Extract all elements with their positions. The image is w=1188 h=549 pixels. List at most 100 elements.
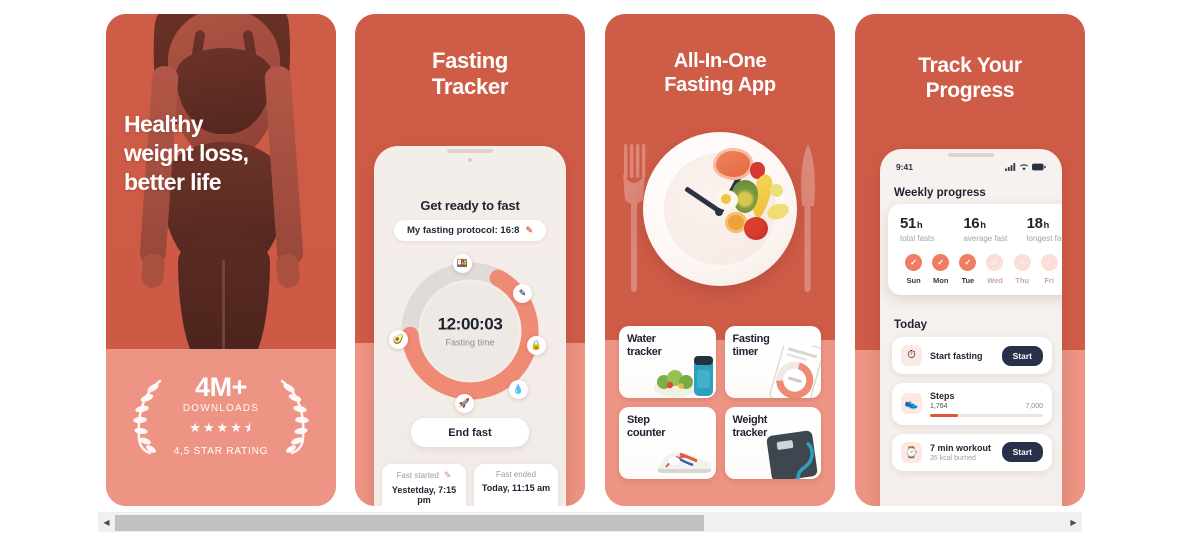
weekly-day-fri[interactable]: ✓ Fri	[1036, 254, 1062, 285]
pencil-icon[interactable]: ✎	[525, 225, 533, 236]
steps-current: 1,764	[930, 403, 948, 410]
shoe-icon: 👟	[901, 393, 922, 415]
fast-ended-value: Today, 11:15 am	[481, 483, 551, 493]
weekly-day-sun[interactable]: ✓ Sun	[900, 254, 927, 285]
stat-value: 18h	[1027, 215, 1062, 232]
panel-3-title-line-1: All-In-One	[673, 50, 767, 72]
weekly-progress-card[interactable]: 51h total fasts 16h average fast 18h lon…	[888, 204, 1062, 295]
feature-card-water-tracker[interactable]: Water tracker	[619, 326, 716, 398]
todo-steps[interactable]: 👟 Steps 1,764 7,000	[892, 383, 1052, 425]
today-task-list[interactable]: ⏱ Start fasting Start 👟 Steps 1,764 7,00…	[892, 337, 1052, 480]
weekly-day-tue[interactable]: ✓ Tue	[954, 254, 981, 285]
start-workout-button[interactable]: Start	[1001, 442, 1043, 462]
node-meal-icon[interactable]: 🍱	[453, 254, 472, 273]
weekly-days-row[interactable]: ✓Sun✓Mon✓Tue✓Wed✓Thu✓Fri✓Sat	[900, 254, 1062, 285]
stat-value: 16h	[963, 215, 1026, 232]
horizontal-scrollbar[interactable]: ◀ ▶	[98, 512, 1082, 532]
plate	[643, 132, 797, 286]
todo-body: Steps 1,764 7,000	[930, 391, 1043, 417]
feature-cards-grid[interactable]: Water tracker Fasting timer Step counter…	[619, 326, 821, 479]
feature-card-fasting-timer[interactable]: Fasting timer	[724, 326, 821, 398]
feature-card-label: Fasting timer	[733, 333, 770, 358]
todo-body: 7 min workout 35 kcal burned	[930, 443, 994, 462]
node-rocket-icon[interactable]: 🚀	[455, 394, 474, 413]
steps-progress-fill	[930, 414, 959, 417]
panel-2-title: Fasting Tracker	[355, 48, 585, 100]
fast-started-label-row: Fast started ✎	[386, 470, 462, 481]
fast-times-row: Fast started ✎ Yestetday, 7:15 pm Fast e…	[382, 464, 558, 506]
node-food-icon[interactable]: 🥑	[389, 330, 408, 349]
weekly-progress-heading: Weekly progress	[894, 187, 986, 199]
weekly-day-label: Fri	[1044, 276, 1055, 285]
fast-started-card[interactable]: Fast started ✎ Yestetday, 7:15 pm	[382, 464, 466, 506]
stat-label: total fasts	[900, 234, 935, 243]
check-icon: ✓	[1013, 254, 1031, 271]
weekly-stats-row: 51h total fasts 16h average fast 18h lon…	[900, 215, 1062, 243]
hero-line-3: better life	[124, 168, 222, 195]
todo-body: Start fasting	[930, 351, 994, 361]
screenshot-root: Healthy weight loss, better life 4M+ DOW…	[0, 0, 1188, 549]
stat-unit: h	[916, 220, 923, 231]
check-icon: ✓	[986, 254, 1004, 271]
feature-card-step-counter[interactable]: Step counter	[619, 407, 716, 479]
feature-card-weight-tracker[interactable]: Weight tracker	[724, 407, 821, 479]
todo-workout[interactable]: ⌚ 7 min workout 35 kcal burned Start	[892, 433, 1052, 471]
wifi-icon	[1020, 164, 1028, 171]
stat-value: 51h	[900, 215, 963, 232]
node-pencil-icon[interactable]: ✎	[513, 284, 532, 303]
stat-label: average fast	[963, 234, 1008, 243]
watch-icon: ⌚	[901, 441, 922, 463]
fasting-protocol-pill[interactable]: My fasting protocol: 16:8 ✎	[394, 220, 546, 241]
stat-unit: h	[980, 220, 986, 231]
check-icon: ✓	[959, 254, 977, 271]
feature-label-line-1: Water	[627, 333, 656, 345]
phone-mockup-progress: 9:41 Weekly progress Today ⏱ Start fasti…	[880, 149, 1062, 506]
end-fast-button[interactable]: End fast	[411, 418, 529, 447]
check-icon: ✓	[1040, 254, 1058, 271]
scroll-left-arrow-icon[interactable]: ◀	[98, 513, 115, 533]
weekly-day-label: Tue	[961, 276, 975, 285]
start-fasting-button[interactable]: Start	[1001, 345, 1043, 366]
stat-number: 51	[900, 215, 916, 232]
today-heading: Today	[894, 319, 928, 331]
stat-unit: h	[1043, 220, 1050, 231]
fasting-ring-center: 12:00:03 Fasting time	[438, 315, 503, 348]
steps-goal: 7,000	[1025, 403, 1043, 410]
fasting-timer-label: Fasting time	[445, 337, 495, 348]
stat-longest-fast: 18h longest fast	[1027, 215, 1062, 243]
weekly-day-mon[interactable]: ✓ Mon	[927, 254, 954, 285]
panel-3-title-line-2: Fasting App	[664, 73, 776, 96]
todo-start-fasting[interactable]: ⏱ Start fasting Start	[892, 337, 1052, 374]
hero-headline: Healthy weight loss, better life	[124, 110, 326, 197]
panel-all-in-one[interactable]: All-In-One Fasting App Water tracker Fas…	[605, 14, 835, 506]
panel-2-title-line-1: Fasting	[431, 48, 509, 73]
panel-fasting-tracker[interactable]: Fasting Tracker Get ready to fast My fas…	[355, 14, 585, 506]
panel-3-title: All-In-One Fasting App	[605, 50, 835, 97]
weekly-day-wed[interactable]: ✓ Wed	[981, 254, 1008, 285]
pencil-icon[interactable]: ✎	[444, 470, 452, 481]
weekly-day-thu[interactable]: ✓ Thu	[1009, 254, 1036, 285]
hand-right	[275, 253, 301, 289]
fasting-ring[interactable]: 12:00:03 Fasting time 🍱 ✎ 🔒 💧 🚀 🥑	[389, 254, 546, 413]
panel-healthy-weight-loss[interactable]: Healthy weight loss, better life 4M+ DOW…	[106, 14, 336, 506]
todo-title: Steps	[930, 391, 955, 401]
food-egg-yolk	[721, 194, 731, 204]
node-lock-icon[interactable]: 🔒	[527, 336, 546, 355]
fast-ended-card[interactable]: Fast ended Today, 11:15 am	[474, 464, 558, 506]
todo-title: 7 min workout	[930, 442, 992, 453]
stat-label: longest fast	[1026, 234, 1062, 243]
todo-subtitle: 35 kcal burned	[930, 454, 976, 462]
food-salmon	[713, 148, 753, 180]
knife-icon	[801, 144, 815, 292]
scrollbar-thumb[interactable]	[115, 514, 704, 531]
panel-2-title-line-2: Tracker	[431, 73, 509, 99]
check-icon: ✓	[932, 254, 950, 271]
panel-track-progress[interactable]: Track Your Progress 9:41 Weekly progress…	[855, 14, 1085, 506]
scroll-right-arrow-icon[interactable]: ▶	[1065, 513, 1082, 533]
scrollbar-track[interactable]	[115, 513, 1065, 533]
app-store-screenshot-strip[interactable]: Healthy weight loss, better life 4M+ DOW…	[0, 0, 1188, 508]
panel-4-title: Track Your Progress	[855, 54, 1085, 104]
leg-split	[222, 260, 225, 349]
laurel-left-icon	[133, 379, 162, 454]
node-drop-icon[interactable]: 💧	[509, 380, 528, 399]
